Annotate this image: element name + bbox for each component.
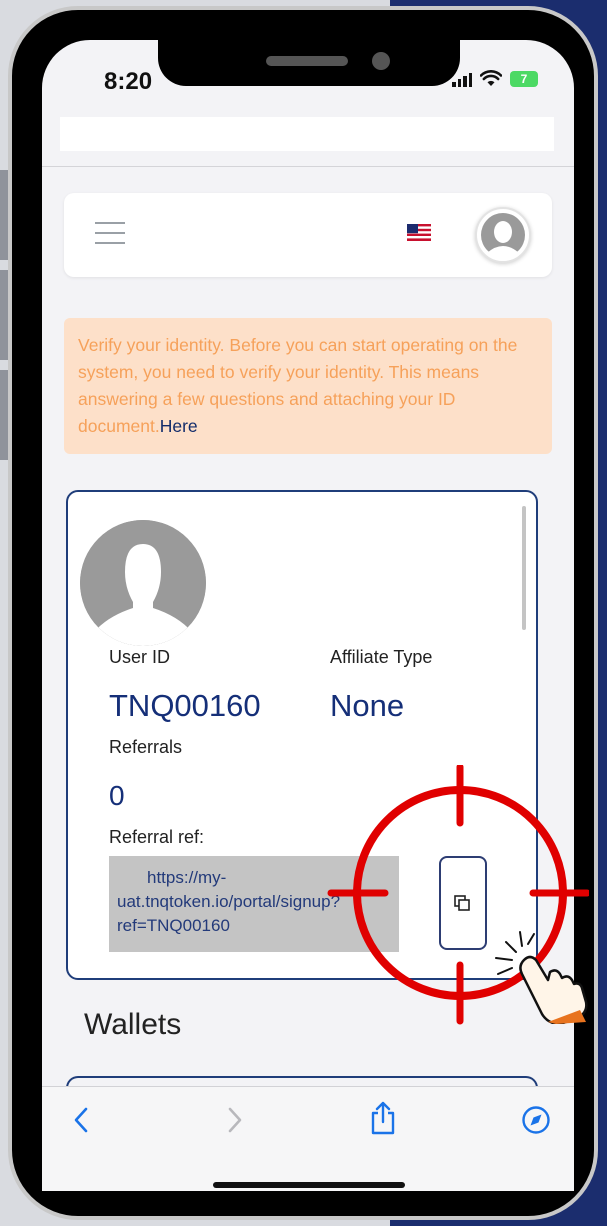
forward-icon[interactable] — [222, 1105, 246, 1135]
tap-hand-icon — [495, 931, 588, 1024]
user-id-label: User ID — [109, 647, 171, 667]
browser-toolbar — [42, 1086, 574, 1191]
menu-icon[interactable] — [95, 222, 125, 246]
share-icon[interactable] — [369, 1101, 397, 1135]
address-bar[interactable] — [60, 117, 554, 151]
verify-identity-alert: Verify your identity. Before you can sta… — [64, 318, 552, 454]
wallets-heading: Wallets — [84, 1008, 182, 1041]
compass-icon[interactable] — [521, 1105, 551, 1135]
affiliate-type-value: None — [330, 688, 405, 723]
affiliate-type-label: Affiliate Type — [330, 647, 433, 667]
status-icons: 7 — [452, 70, 538, 88]
signal-icon — [452, 71, 472, 87]
alert-text: Verify your identity. Before you can sta… — [78, 335, 518, 436]
top-nav-card — [64, 193, 552, 277]
us-flag-icon[interactable] — [407, 224, 431, 241]
divider — [42, 166, 574, 167]
back-icon[interactable] — [70, 1105, 94, 1135]
notch — [158, 40, 460, 86]
user-avatar-icon[interactable] — [475, 207, 531, 263]
scrollbar[interactable] — [522, 506, 526, 630]
referral-ref-label: Referral ref: — [109, 827, 205, 847]
alert-here-link[interactable]: Here — [160, 416, 198, 436]
home-indicator — [213, 1182, 405, 1188]
profile-avatar-icon — [80, 520, 206, 646]
battery-icon: 7 — [510, 71, 538, 87]
user-id-value: TNQ00160 — [109, 688, 261, 723]
front-camera — [372, 52, 390, 70]
wifi-icon — [480, 70, 502, 86]
referrals-label: Referrals — [109, 737, 183, 757]
speaker — [266, 56, 348, 66]
status-time: 8:20 — [104, 68, 153, 95]
referrals-value: 0 — [109, 780, 125, 811]
